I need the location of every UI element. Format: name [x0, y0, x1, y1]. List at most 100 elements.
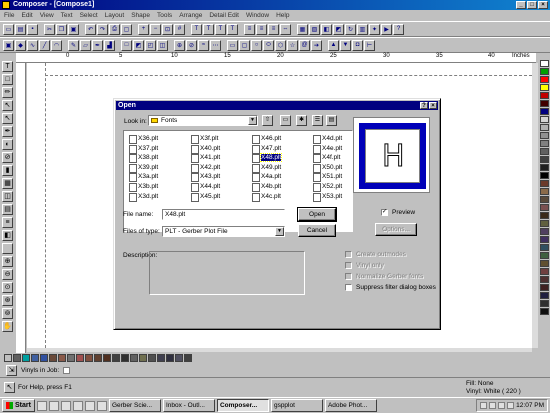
ellipse-icon[interactable]: ⬭	[263, 39, 274, 51]
file-item[interactable]: X43.plt	[190, 172, 220, 182]
details-view-icon[interactable]: ▤	[326, 115, 337, 126]
text-vertical-icon[interactable]: T	[227, 23, 238, 35]
color-swatch[interactable]	[539, 76, 549, 83]
circle-icon[interactable]: ○	[251, 39, 262, 51]
color-swatch[interactable]	[539, 116, 549, 123]
open-icon[interactable]: ▤	[15, 23, 26, 35]
file-item[interactable]: X36.plt	[128, 134, 158, 144]
node-edit-icon[interactable]: ◆	[15, 39, 26, 51]
desktop-icon[interactable]: ▭	[280, 115, 291, 126]
zoom-page-tool-icon[interactable]: ⊛	[2, 295, 13, 306]
zoom-all-tool-icon[interactable]: ⊚	[2, 308, 13, 319]
bezier-icon[interactable]: ∿	[27, 39, 38, 51]
cancel-button[interactable]: Cancel	[298, 224, 336, 237]
ungroup-icon[interactable]: ▧	[309, 23, 320, 35]
undo-icon[interactable]: ↶	[85, 23, 96, 35]
color-swatch[interactable]	[539, 60, 549, 67]
task-adobe-photoshop[interactable]: Adobe Phot...	[324, 399, 377, 412]
fill-icon[interactable]: ▟	[104, 39, 115, 51]
text-frame-icon[interactable]: T	[203, 23, 214, 35]
color-swatch[interactable]	[539, 196, 549, 203]
color-swatch[interactable]	[539, 140, 549, 147]
color-swatch[interactable]	[539, 68, 549, 75]
color-swatch[interactable]	[539, 220, 549, 227]
menu-detail-edit[interactable]: Detail Edit	[209, 12, 239, 19]
color-swatch[interactable]	[539, 236, 549, 243]
file-item[interactable]: X42.plt	[190, 163, 220, 173]
menu-layout[interactable]: Layout	[105, 12, 125, 19]
color-swatch[interactable]	[539, 84, 549, 91]
options-button[interactable]: Options...	[375, 223, 417, 236]
weld-icon[interactable]: ◧	[321, 23, 332, 35]
color-swatch[interactable]	[130, 353, 138, 362]
file-item[interactable]: X4d.plt	[312, 134, 342, 144]
file-item[interactable]: X3b.plt	[128, 182, 158, 192]
file-item[interactable]: X47.plt	[251, 144, 281, 154]
color-swatch[interactable]	[539, 260, 549, 267]
menu-shape[interactable]: Shape	[131, 12, 150, 19]
network-icon[interactable]	[507, 402, 515, 409]
color-swatch[interactable]	[539, 284, 549, 291]
menu-text[interactable]: Text	[61, 12, 73, 19]
vinyl-tool-icon[interactable]: ⇲	[6, 364, 17, 376]
color-swatch[interactable]	[85, 353, 93, 362]
minimize-button[interactable]: _	[516, 1, 526, 9]
align-right-icon[interactable]: ≡	[268, 23, 279, 35]
chevron-down-icon[interactable]: ▼	[248, 116, 257, 125]
node-tool-icon[interactable]: ↖	[2, 113, 13, 124]
file-item[interactable]: X44.plt	[190, 182, 220, 192]
align-tool-icon[interactable]: ≡	[2, 217, 13, 228]
outline-icon[interactable]: □	[121, 39, 132, 51]
file-item[interactable]: X4b.plt	[251, 182, 281, 192]
menu-arrange[interactable]: Arrange	[179, 12, 202, 19]
outlook-quicklaunch-icon[interactable]	[60, 400, 71, 411]
zoom-out-tool-icon[interactable]: ⊖	[2, 269, 13, 280]
tray-icon[interactable]	[489, 402, 497, 409]
menu-select[interactable]: Select	[80, 12, 98, 19]
color-swatch[interactable]	[539, 164, 549, 171]
grid-tool-icon[interactable]: ▦	[2, 178, 13, 189]
file-item[interactable]: X41.plt	[190, 153, 220, 163]
maximize-button[interactable]: □	[527, 1, 537, 9]
plot-icon[interactable]: ▶	[381, 23, 392, 35]
color-swatch[interactable]	[184, 353, 192, 362]
eyedropper-tool-icon[interactable]: ⊘	[2, 152, 13, 163]
color-swatch[interactable]	[539, 212, 549, 219]
pan-tool-icon[interactable]: ✋	[2, 321, 13, 332]
menu-edit[interactable]: Edit	[21, 12, 32, 19]
align-left-icon[interactable]: ≡	[244, 23, 255, 35]
rectangle-tool-icon[interactable]: □	[2, 74, 13, 85]
file-item[interactable]: X53.plt	[312, 192, 342, 202]
zoom-out-icon[interactable]: −	[150, 23, 161, 35]
file-item[interactable]: X51.plt	[312, 172, 342, 182]
color-swatch[interactable]	[112, 353, 120, 362]
color-swatch[interactable]	[539, 300, 549, 307]
color-swatch[interactable]	[22, 353, 30, 362]
cut-icon[interactable]: ✂	[44, 23, 55, 35]
weld-tool-icon[interactable]: ◧	[2, 230, 13, 241]
color-swatch[interactable]	[13, 353, 21, 362]
color-swatch[interactable]	[148, 353, 156, 362]
file-item[interactable]: X50.plt	[312, 163, 342, 173]
reduce-icon[interactable]: ⋯	[210, 39, 221, 51]
files-of-type-select[interactable]: PLT - Gerber Plot File ▼	[162, 226, 285, 237]
color-swatch[interactable]	[539, 268, 549, 275]
suppress-filter-checkbox[interactable]	[345, 284, 352, 291]
tray-icon[interactable]	[480, 402, 488, 409]
color-swatch[interactable]	[539, 108, 549, 115]
pen-icon[interactable]: ✒	[92, 39, 103, 51]
zoom-fit-tool-icon[interactable]: ⊙	[2, 282, 13, 293]
new-icon[interactable]: ▭	[3, 23, 14, 35]
spiral-icon[interactable]: @	[299, 39, 310, 51]
file-item[interactable]: X45.plt	[190, 192, 220, 202]
contour-icon[interactable]: ◫	[157, 39, 168, 51]
task-gspplot[interactable]: gspplot	[270, 399, 323, 412]
task-gerber-science[interactable]: Gerber Scie...	[108, 399, 161, 412]
blank-tool-icon[interactable]	[2, 243, 13, 254]
rectangle-icon[interactable]: ▭	[227, 39, 238, 51]
color-swatch[interactable]	[175, 353, 183, 362]
list-view-icon[interactable]: ☰	[312, 115, 323, 126]
distribute-icon[interactable]: ⇔	[280, 23, 291, 35]
merge-icon[interactable]: ⊕	[174, 39, 185, 51]
mirror-icon[interactable]: ◩	[333, 23, 344, 35]
